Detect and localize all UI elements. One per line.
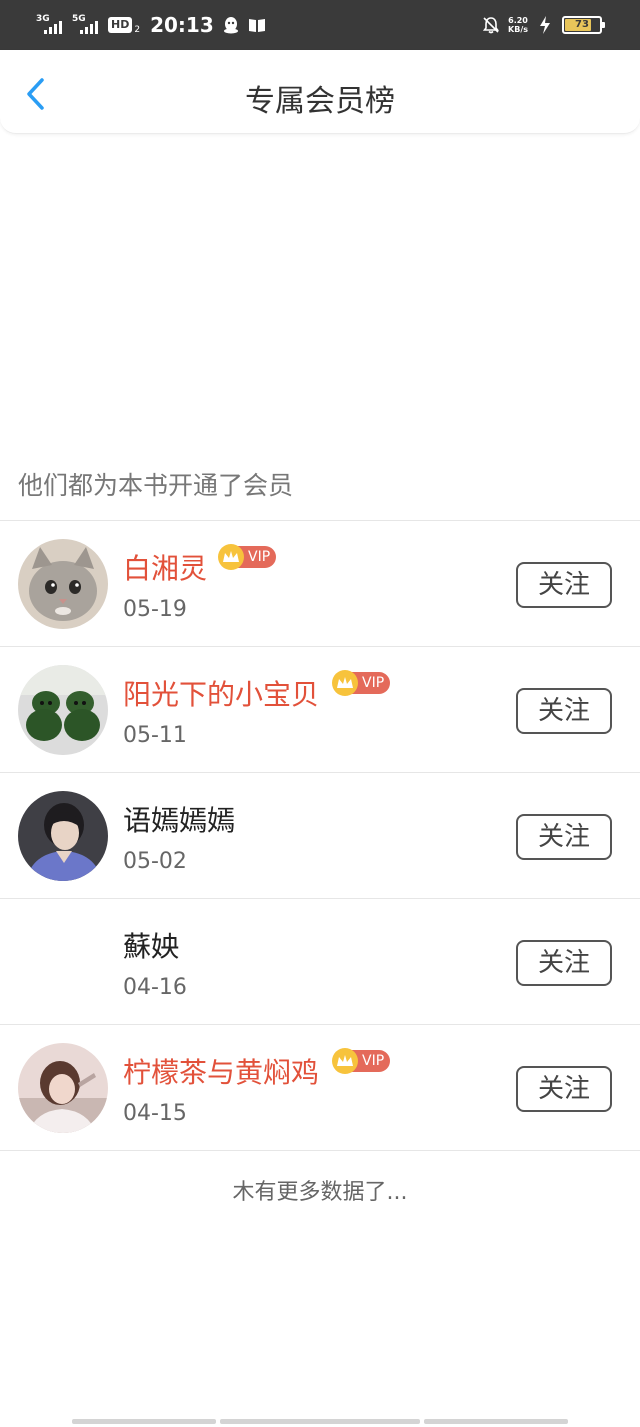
crown-icon (332, 1048, 358, 1074)
status-bar-right: 6.20 KB/s 73 (482, 0, 605, 50)
list-item[interactable]: 柠檬茶与黄焖鸡 VIP 04-15 关注 (0, 1025, 640, 1151)
clock: 20:13 (150, 13, 214, 37)
charging-icon (536, 16, 554, 34)
avatar[interactable] (18, 791, 108, 881)
signal-3g-icon: 3G (36, 14, 64, 36)
member-date: 05-11 (123, 723, 187, 748)
qq-icon (222, 16, 240, 34)
list-item[interactable]: 语嫣嫣嫣 05-02 关注 (0, 773, 640, 899)
book-icon (248, 16, 266, 34)
member-name[interactable]: 蘇姎 (123, 925, 179, 965)
section-label: 他们都为本书开通了会员 (18, 471, 294, 500)
vip-badge: VIP (332, 670, 391, 696)
hd-voice-icon: HD (108, 17, 133, 33)
follow-button[interactable]: 关注 (516, 1066, 612, 1112)
member-date: 05-19 (123, 597, 187, 622)
member-date: 04-16 (123, 975, 187, 1000)
member-list: 白湘灵 VIP 05-19 关注 阳光下的小宝贝 VIP 05-11 关注 语嫣… (0, 520, 640, 1151)
avatar[interactable] (18, 665, 108, 755)
follow-button[interactable]: 关注 (516, 562, 612, 608)
battery-level: 73 (575, 19, 589, 30)
list-item[interactable]: 白湘灵 VIP 05-19 关注 (0, 521, 640, 647)
list-item[interactable]: 阳光下的小宝贝 VIP 05-11 关注 (0, 647, 640, 773)
follow-button[interactable]: 关注 (516, 814, 612, 860)
battery-icon: 73 (562, 16, 605, 34)
avatar[interactable] (18, 1043, 108, 1133)
no-more-data-text: 木有更多数据了... (232, 1180, 408, 1205)
vip-badge: VIP (218, 544, 277, 570)
network-speed: 6.20 KB/s (508, 16, 528, 34)
avatar[interactable] (18, 539, 108, 629)
network-speed-value: 6.20 (508, 16, 528, 25)
network-speed-unit: KB/s (508, 25, 528, 34)
member-name[interactable]: 语嫣嫣嫣 (123, 799, 235, 839)
page-title: 专属会员榜 (245, 84, 395, 119)
member-name[interactable]: 阳光下的小宝贝 (123, 673, 319, 713)
status-bar-left: 3G 5G HD 2 20:13 (36, 0, 266, 50)
signal-5g-icon: 5G (72, 14, 100, 36)
follow-button[interactable]: 关注 (516, 940, 612, 986)
vip-badge: VIP (332, 1048, 391, 1074)
bell-off-icon (482, 16, 500, 34)
list-item[interactable]: 蘇姎 04-16 关注 (0, 899, 640, 1025)
nav-gesture-bar[interactable] (220, 1419, 420, 1424)
crown-icon (218, 544, 244, 570)
member-name[interactable]: 白湘灵 (123, 547, 207, 587)
crown-icon (332, 670, 358, 696)
member-date: 05-02 (123, 849, 187, 874)
follow-button[interactable]: 关注 (516, 688, 612, 734)
avatar[interactable] (18, 917, 108, 1007)
header-bar: 专属会员榜 (0, 50, 640, 134)
member-date: 04-15 (123, 1101, 187, 1126)
hd-voice-sub: 2 (134, 25, 141, 35)
member-name[interactable]: 柠檬茶与黄焖鸡 (123, 1051, 319, 1091)
nav-gesture-bar[interactable] (424, 1419, 568, 1424)
status-bar: 3G 5G HD 2 20:13 6.20 KB/s 73 (0, 0, 640, 50)
nav-gesture-bar[interactable] (72, 1419, 216, 1424)
